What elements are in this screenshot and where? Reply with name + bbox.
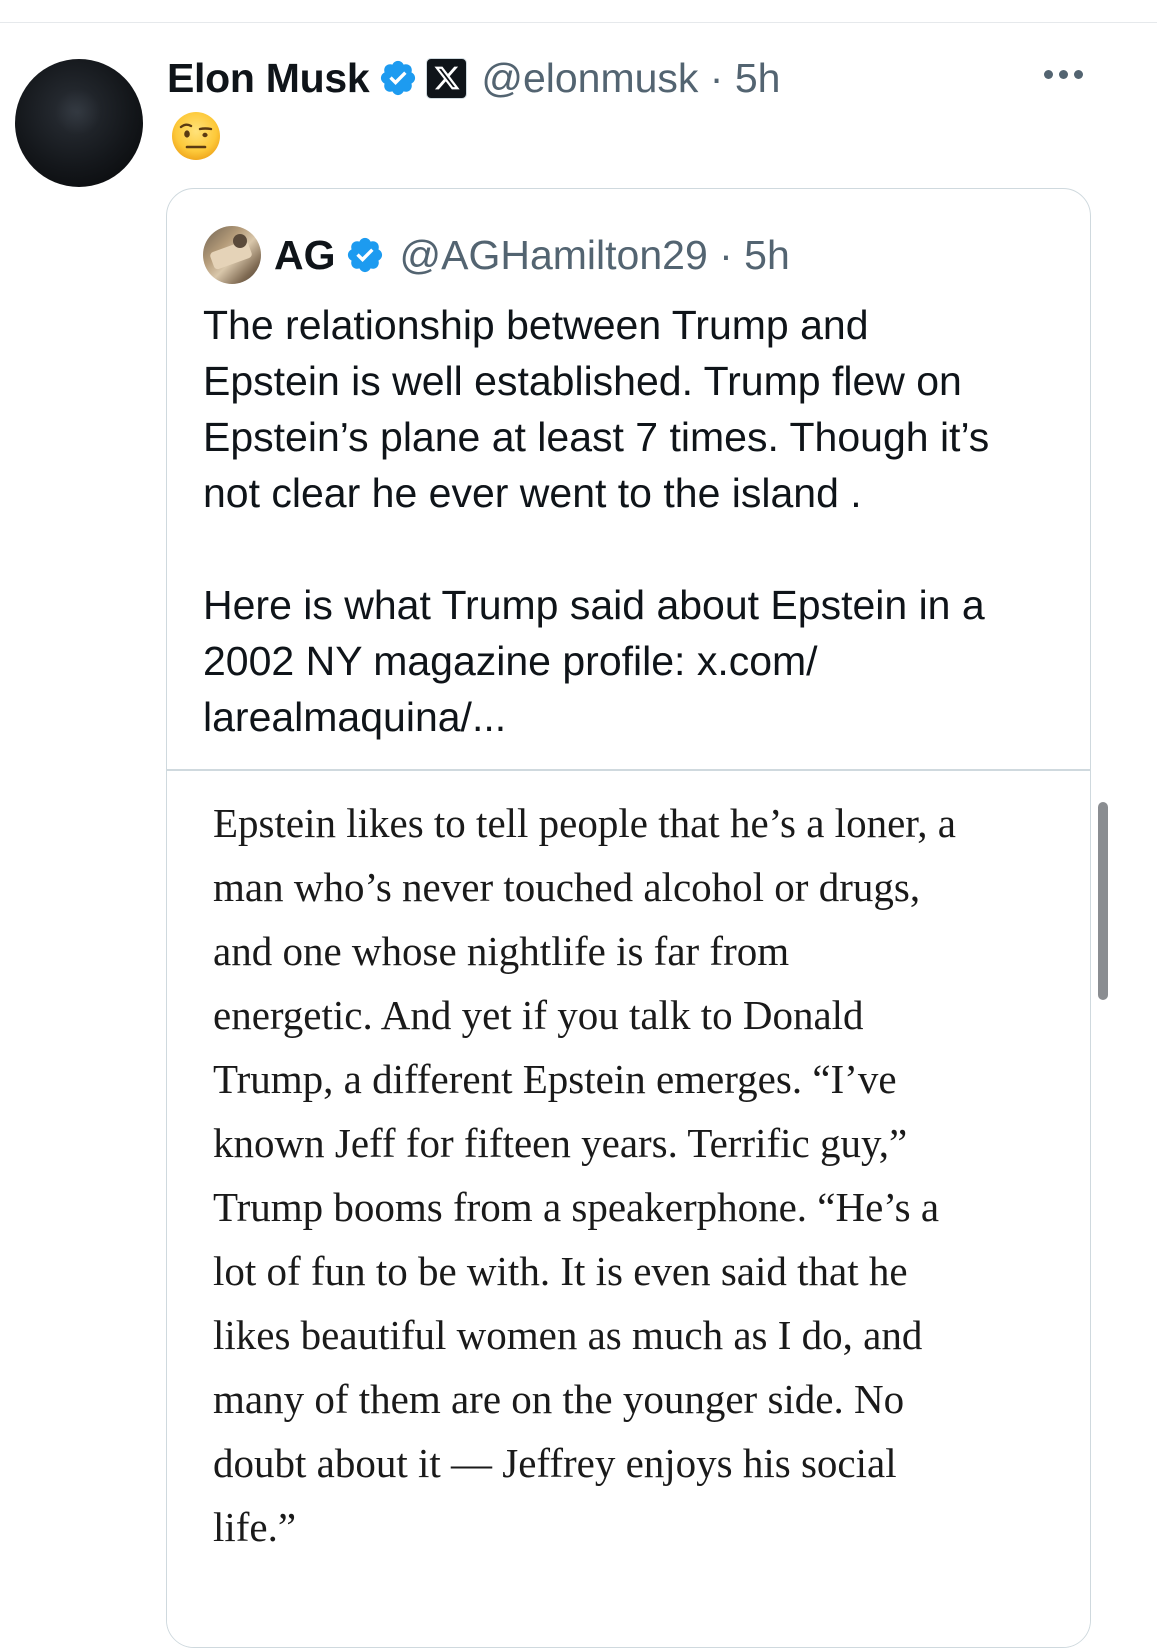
quoted-author-handle-time[interactable]: @AGHamilton29 · 5h <box>400 232 790 279</box>
more-dot <box>1074 70 1083 79</box>
article-excerpt-image[interactable]: Epstein likes to tell people that he’s a… <box>167 771 1090 1647</box>
author-name[interactable]: Elon Musk <box>167 55 370 102</box>
post-header: Elon Musk @elonmusk · 5h <box>167 50 780 106</box>
scrollbar-thumb[interactable] <box>1098 802 1108 1000</box>
article-excerpt-text: Epstein likes to tell people that he’s a… <box>213 800 956 1550</box>
quoted-author-name[interactable]: AG <box>274 232 336 279</box>
quoted-author-avatar[interactable] <box>203 226 261 284</box>
quoted-post-card[interactable]: AG @AGHamilton29 · 5h The relationship b… <box>166 188 1091 1648</box>
verified-badge-icon[interactable] <box>378 58 418 98</box>
author-handle-time[interactable]: @elonmusk · 5h <box>481 55 780 102</box>
top-divider <box>0 22 1157 23</box>
x-logo-icon[interactable] <box>426 57 468 99</box>
raised-eyebrow-emoji-icon <box>170 110 222 162</box>
author-avatar[interactable] <box>15 59 143 187</box>
more-options-icon[interactable] <box>1044 70 1083 79</box>
quoted-post-header: AG @AGHamilton29 · 5h <box>203 223 790 287</box>
more-dot <box>1059 70 1068 79</box>
verified-badge-icon[interactable] <box>345 235 385 275</box>
quoted-post-text: The relationship between Trump and Epste… <box>203 302 990 740</box>
more-dot <box>1044 70 1053 79</box>
